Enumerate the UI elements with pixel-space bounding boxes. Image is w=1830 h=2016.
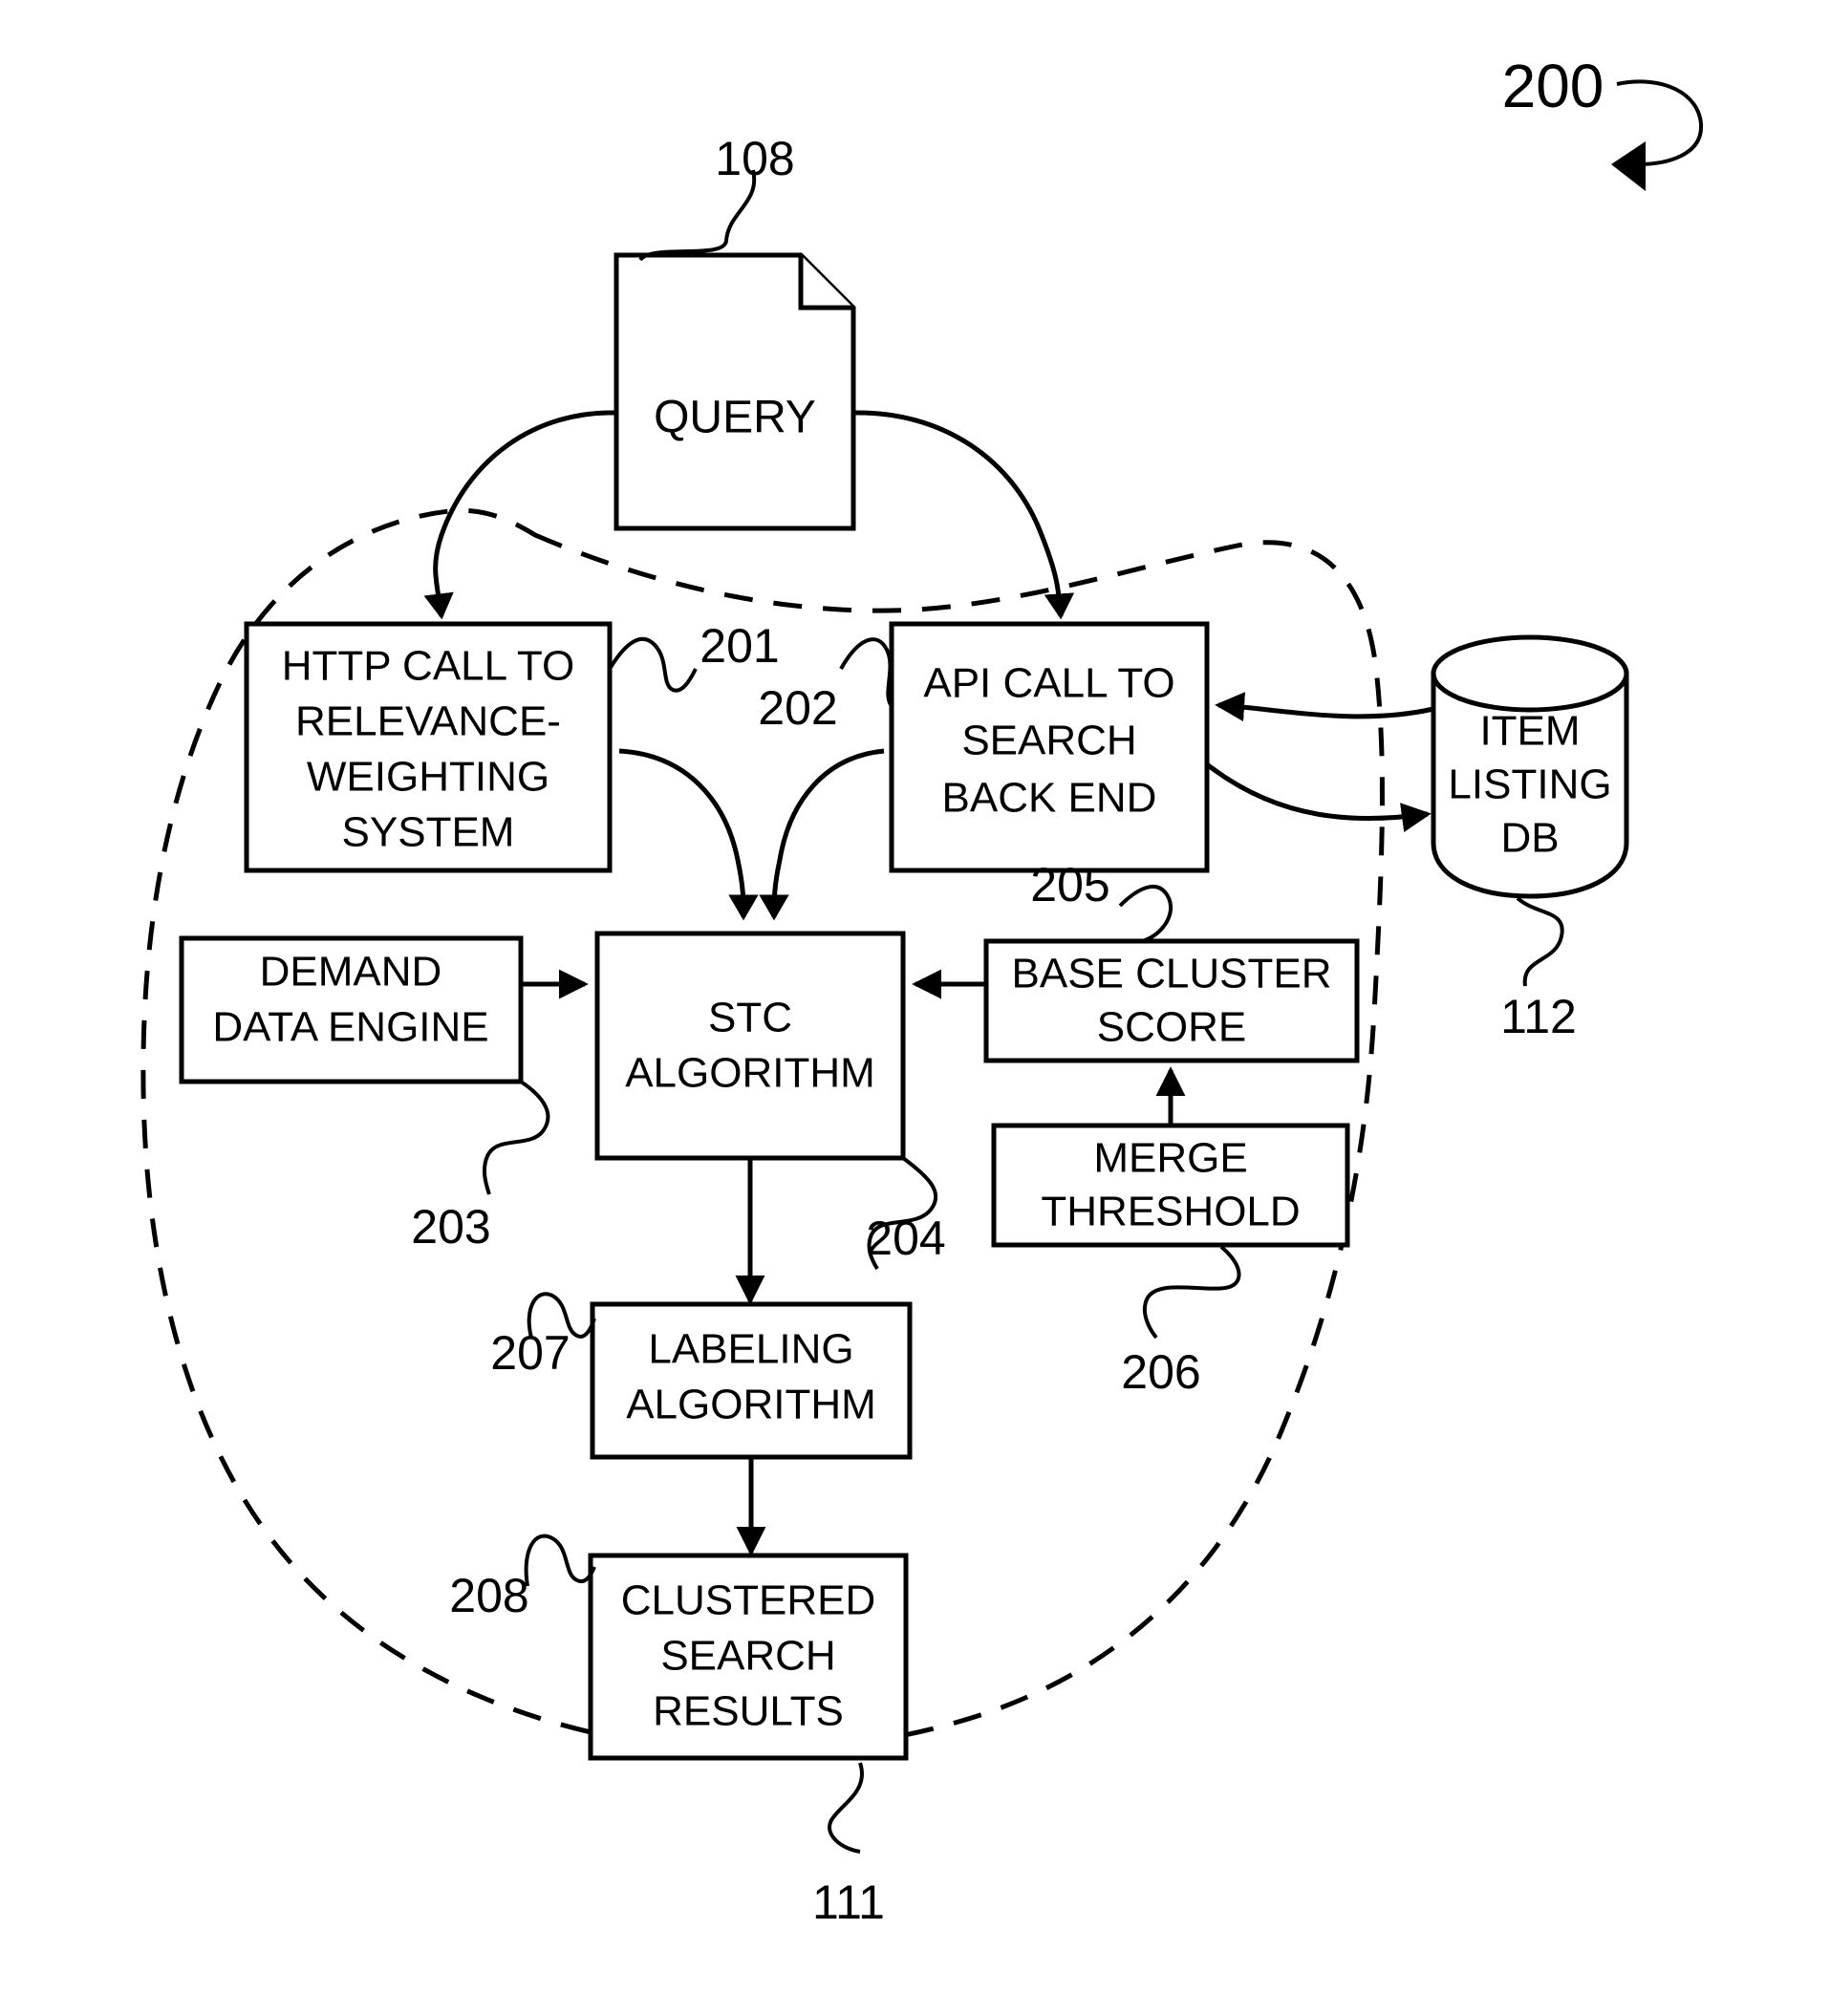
flow-api-call-to-db [1205, 762, 1432, 832]
node-stc-algorithm: STC ALGORITHM 204 [594, 931, 946, 1271]
node-labeling-algorithm: LABELING ALGORITHM 207 [490, 1292, 913, 1460]
clustered-search-results-line-1: CLUSTERED [621, 1577, 876, 1624]
clustered-search-results-line-3: RESULTS [653, 1688, 844, 1735]
ref-label-208: 208 [449, 1569, 528, 1622]
api-call-line-2: SEARCH [961, 718, 1136, 764]
flow-http-call-to-stc [618, 748, 759, 921]
node-query: QUERY 108 [614, 132, 856, 531]
ref-label-201: 201 [700, 619, 779, 673]
http-call-line-1: HTTP CALL TO [282, 643, 574, 690]
clustered-search-results-line-2: SEARCH [660, 1633, 835, 1680]
ref-label-203: 203 [411, 1200, 490, 1254]
http-call-line-3: WEIGHTING [307, 754, 549, 801]
system-boundary-leader [828, 1762, 864, 1854]
item-listing-db-line-2: LISTING [1448, 761, 1611, 808]
node-api-call: API CALL TO SEARCH BACK END 202 [758, 621, 1210, 873]
base-cluster-score-line-1: BASE CLUSTER [1012, 951, 1332, 997]
figure-number-leader [1616, 79, 1704, 166]
item-listing-db-cylinder-top [1431, 634, 1629, 713]
http-call-line-2: RELEVANCE- [295, 698, 561, 745]
ref-label-205: 205 [1030, 858, 1109, 911]
ref-label-207: 207 [490, 1326, 570, 1380]
api-call-leader [839, 637, 894, 709]
item-listing-db-leader [1516, 896, 1564, 987]
ref-label-206: 206 [1121, 1345, 1200, 1399]
labeling-algorithm-line-1: LABELING [648, 1326, 853, 1373]
http-call-line-4: SYSTEM [342, 809, 515, 856]
patent-figure-200: 200 111 QUERY 108 HTTP CALL TO RELEVANCE… [0, 0, 1830, 2016]
demand-data-engine-line-2: DATA ENGINE [212, 1004, 488, 1051]
base-cluster-score-leader [1118, 885, 1173, 942]
figure-number-label: 200 [1502, 52, 1604, 120]
stc-algorithm-line-2: ALGORITHM [625, 1050, 875, 1097]
node-base-cluster-score: BASE CLUSTER SCORE 205 [983, 858, 1360, 1063]
diagram-canvas: 200 111 QUERY 108 HTTP CALL TO RELEVANCE… [140, 52, 1704, 1929]
flow-query-to-http-call [423, 410, 617, 620]
node-demand-data-engine: DEMAND DATA ENGINE 203 [179, 935, 550, 1254]
clustered-search-results-leader [524, 1533, 596, 1587]
flow-query-to-api-call [852, 410, 1075, 620]
node-clustered-search-results: CLUSTERED SEARCH RESULTS 208 [449, 1533, 909, 1761]
figure-number-arrowhead [1611, 141, 1646, 191]
ref-label-111: 111 [812, 1876, 885, 1929]
flow-api-call-to-stc [759, 748, 885, 921]
api-call-line-1: API CALL TO [923, 660, 1174, 707]
item-listing-db-line-3: DB [1500, 815, 1559, 862]
query-document-fold [798, 255, 853, 311]
http-call-leader [608, 636, 698, 693]
node-merge-threshold: MERGE THRESHOLD 206 [991, 1123, 1350, 1399]
query-label: QUERY [654, 393, 816, 443]
stc-algorithm-line-1: STC [708, 995, 792, 1041]
base-cluster-score-line-2: SCORE [1097, 1004, 1246, 1051]
ref-label-204: 204 [866, 1212, 945, 1265]
merge-threshold-line-1: MERGE [1093, 1135, 1247, 1182]
demand-data-engine-leader [482, 1080, 550, 1195]
merge-threshold-line-2: THRESHOLD [1041, 1189, 1300, 1235]
flow-db-to-api-call [1215, 692, 1434, 722]
node-item-listing-db: ITEM LISTING DB 112 [1431, 634, 1629, 1043]
item-listing-db-line-1: ITEM [1479, 708, 1580, 755]
node-http-call: HTTP CALL TO RELEVANCE- WEIGHTING SYSTEM… [244, 619, 780, 873]
labeling-algorithm-line-2: ALGORITHM [626, 1382, 876, 1428]
merge-threshold-leader [1142, 1245, 1241, 1340]
stc-algorithm-box [594, 931, 906, 1161]
api-call-line-3: BACK END [942, 775, 1157, 822]
ref-label-112: 112 [1500, 990, 1577, 1043]
ref-label-202: 202 [758, 681, 837, 735]
figure-number-group: 200 [1502, 52, 1704, 191]
demand-data-engine-line-1: DEMAND [260, 949, 442, 996]
ref-label-108: 108 [715, 132, 794, 185]
